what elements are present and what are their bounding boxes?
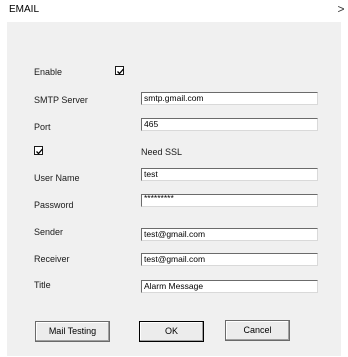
password-input[interactable]: ********* [141,194,318,207]
ok-button[interactable]: OK [139,321,204,342]
sender-input[interactable]: test@gmail.com [141,228,318,241]
check-icon [36,148,43,155]
port-input[interactable]: 465 [141,118,318,131]
sender-label: Sender [34,227,64,237]
email-settings-panel: Enable SMTP Server smtp.gmail.com Port 4… [7,22,341,356]
close-icon[interactable]: > [335,1,347,17]
password-label: Password [34,200,74,210]
mail-testing-button[interactable]: Mail Testing [35,321,110,342]
cancel-button[interactable]: Cancel [225,320,290,341]
smtp-server-label: SMTP Server [34,95,88,105]
window-title: EMAIL [9,4,40,15]
need-ssl-label: Need SSL [141,147,183,157]
title-input[interactable]: Alarm Message [141,280,318,293]
title-label: Title [34,280,51,290]
smtp-server-input[interactable]: smtp.gmail.com [141,92,318,105]
port-label: Port [34,122,51,132]
need-ssl-checkbox[interactable] [34,146,43,155]
title-bar: EMAIL > [0,0,348,22]
receiver-input[interactable]: test@gmail.com [141,253,318,266]
user-name-input[interactable]: test [141,168,318,181]
receiver-label: Receiver [34,254,70,264]
enable-label: Enable [34,67,63,77]
enable-checkbox[interactable] [115,66,124,75]
user-name-label: User Name [34,173,80,183]
check-icon [117,68,124,75]
